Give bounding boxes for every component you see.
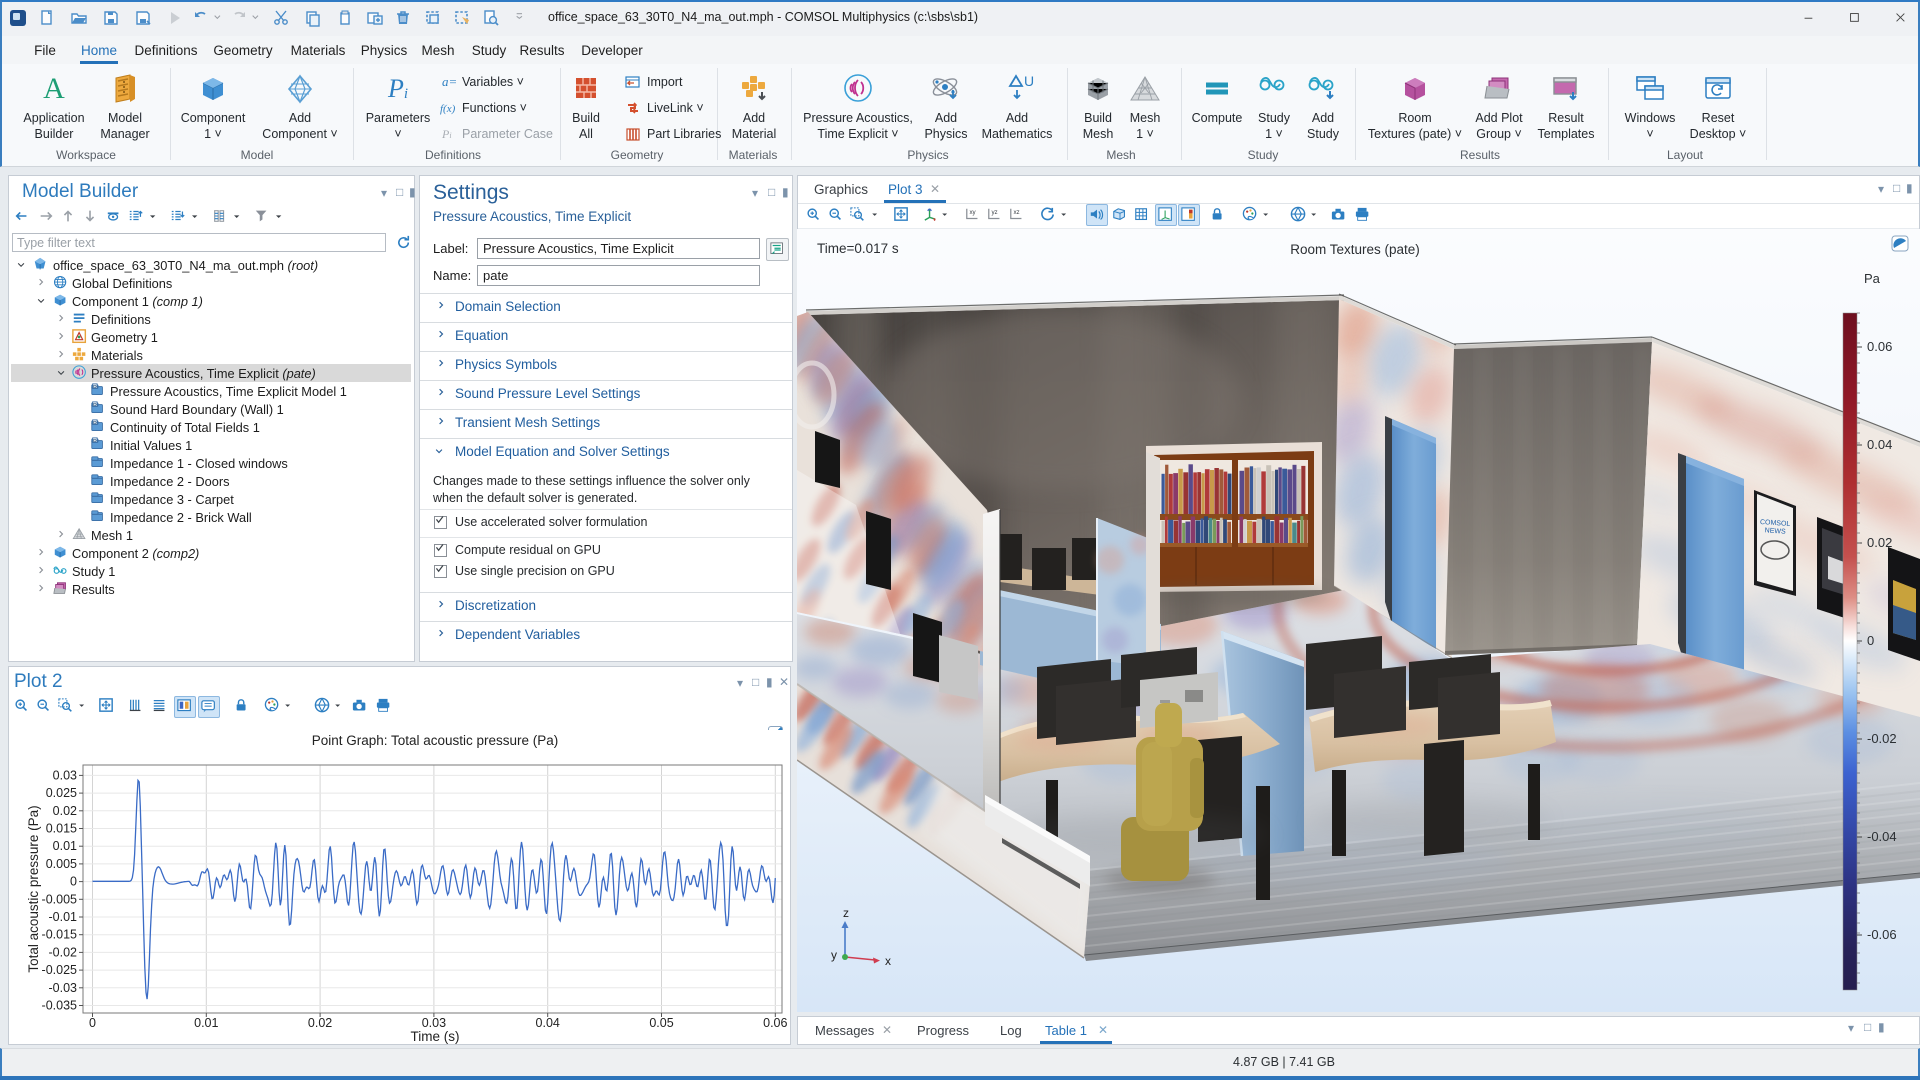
svg-text:U: U [1024, 73, 1034, 89]
svg-text:0: 0 [89, 1016, 96, 1030]
svg-text:y: y [831, 948, 837, 962]
svg-text:-0.035: -0.035 [42, 999, 77, 1013]
svg-text:-0.02: -0.02 [49, 945, 78, 959]
svg-text:f(x): f(x) [440, 103, 456, 115]
svg-text:0.03: 0.03 [53, 768, 77, 782]
svg-text:0.05: 0.05 [649, 1016, 673, 1030]
svg-text:xy: xy [969, 209, 976, 216]
svg-text:-0.01: -0.01 [49, 910, 78, 924]
svg-text:Point Graph: Total acoustic pr: Point Graph: Total acoustic pressure (Pa… [312, 733, 559, 748]
svg-text:0.005: 0.005 [46, 857, 77, 871]
svg-text:Pi: Pi [441, 127, 452, 141]
svg-text:NEWS: NEWS [1764, 527, 1786, 535]
svg-text:x: x [885, 954, 891, 968]
svg-text:D: D [93, 402, 97, 408]
svg-text:xz: xz [1013, 209, 1019, 216]
svg-text:Pi: Pi [387, 74, 408, 103]
svg-text:0.01: 0.01 [53, 839, 77, 853]
svg-text:0.015: 0.015 [46, 822, 77, 836]
svg-text:D: D [93, 384, 97, 390]
svg-text:0.04: 0.04 [1867, 437, 1892, 452]
svg-text:0.02: 0.02 [308, 1016, 332, 1030]
svg-text:yz: yz [991, 209, 997, 216]
svg-text:0.01: 0.01 [194, 1016, 218, 1030]
svg-text:0.06: 0.06 [1867, 339, 1892, 354]
svg-text:-0.015: -0.015 [42, 928, 77, 942]
svg-text:a=: a= [442, 74, 456, 89]
svg-text:-0.03: -0.03 [49, 981, 78, 995]
svg-text:0.02: 0.02 [1867, 535, 1892, 550]
svg-text:Room Textures (pate): Room Textures (pate) [1290, 242, 1420, 257]
svg-text:-0.02: -0.02 [1867, 731, 1897, 746]
svg-text:A: A [43, 72, 65, 105]
svg-text:-0.06: -0.06 [1867, 927, 1897, 942]
svg-text:-0.005: -0.005 [42, 892, 77, 906]
svg-text:0: 0 [70, 875, 77, 889]
svg-text:0.06: 0.06 [763, 1016, 787, 1030]
svg-text:-0.04: -0.04 [1867, 829, 1897, 844]
svg-text:D: D [93, 438, 97, 444]
svg-text:0.03: 0.03 [422, 1016, 446, 1030]
svg-text:Time (s): Time (s) [411, 1029, 460, 1044]
svg-text:0.04: 0.04 [536, 1016, 560, 1030]
svg-text:0.02: 0.02 [53, 804, 77, 818]
svg-text:-0.025: -0.025 [42, 963, 77, 977]
svg-text:D: D [93, 420, 97, 426]
svg-text:Pa: Pa [1864, 271, 1881, 286]
svg-text:Time=0.017 s: Time=0.017 s [817, 241, 899, 256]
svg-text:0: 0 [1867, 633, 1874, 648]
svg-text:0.025: 0.025 [46, 786, 77, 800]
svg-text:Total acoustic pressure (Pa): Total acoustic pressure (Pa) [26, 805, 41, 972]
svg-text:z: z [843, 906, 849, 920]
